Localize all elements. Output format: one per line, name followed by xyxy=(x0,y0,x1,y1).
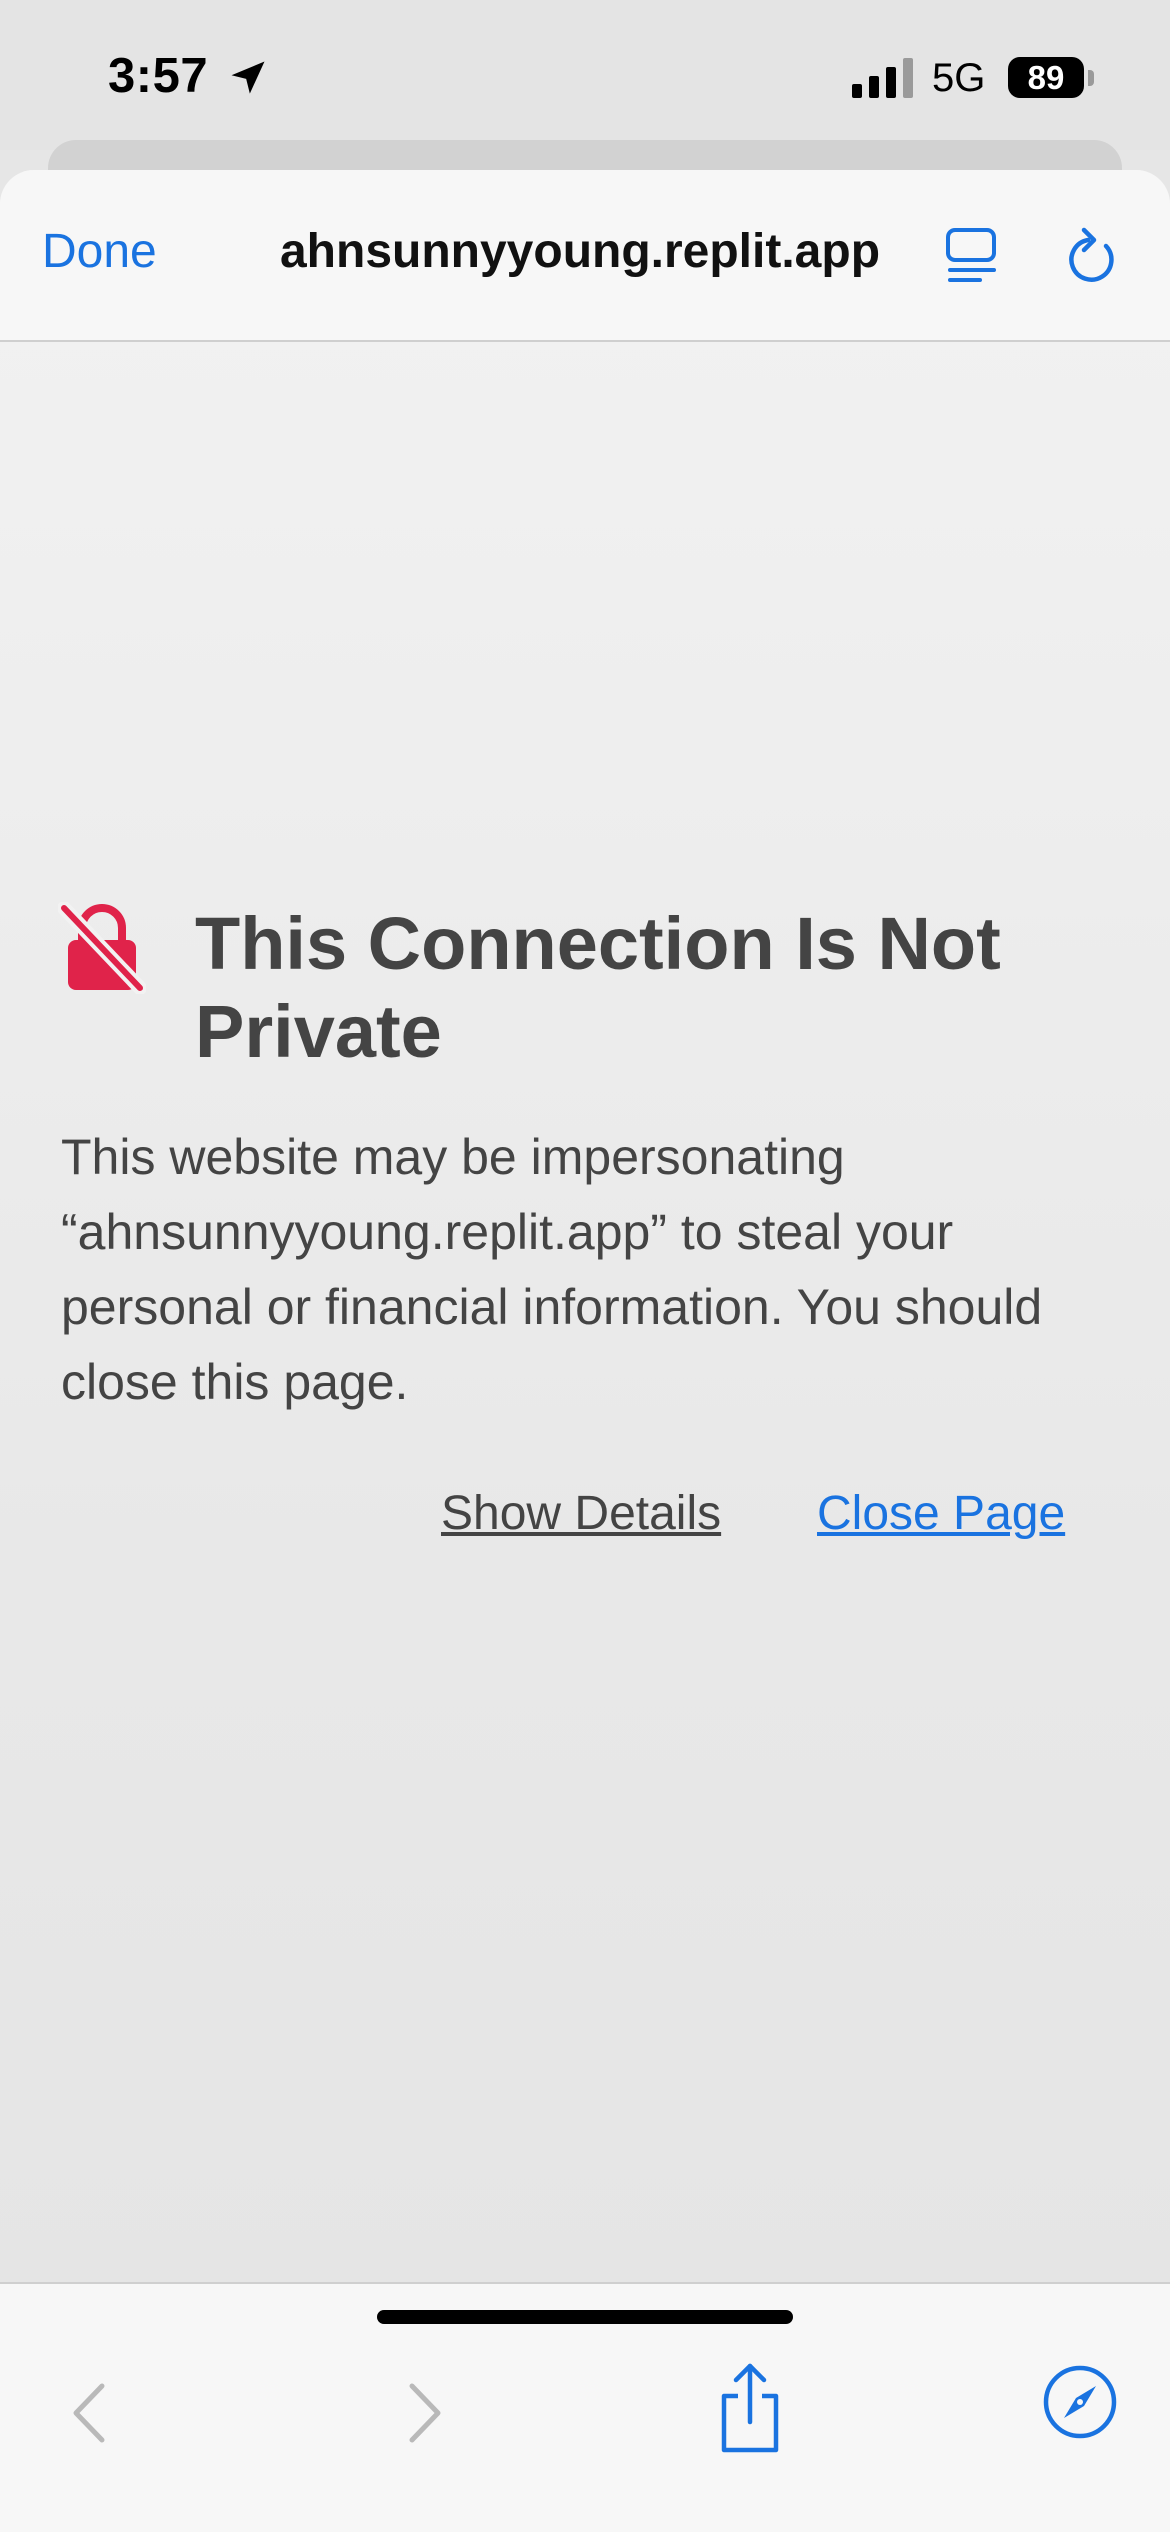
status-time: 3:57 xyxy=(108,49,209,103)
reload-icon[interactable] xyxy=(1062,224,1122,286)
browser-sheet: Done ahnsunnyyoung.replit.app This Conne… xyxy=(0,170,1170,2532)
battery-cap xyxy=(1088,70,1094,86)
navigation-bar: Done ahnsunnyyoung.replit.app xyxy=(0,170,1170,342)
battery-indicator: 89 xyxy=(1008,57,1084,98)
warning-title: This Connection Is Not Private xyxy=(195,902,1001,1073)
warning-message: This website may be impersonating “ahnsu… xyxy=(61,1129,1043,1410)
chevron-left-icon[interactable] xyxy=(60,2378,120,2448)
lock-slash-icon xyxy=(58,902,146,994)
home-indicator xyxy=(377,2310,793,2324)
compass-icon[interactable] xyxy=(1042,2364,1118,2440)
show-details-link[interactable]: Show Details xyxy=(441,1486,721,1541)
close-page-link[interactable]: Close Page xyxy=(817,1486,1065,1541)
location-arrow-icon xyxy=(231,61,265,94)
status-bar: 3:57 5G 89 xyxy=(0,0,1170,150)
chevron-right-icon[interactable] xyxy=(394,2378,454,2448)
signal-bars-icon xyxy=(852,58,913,98)
reader-mode-icon[interactable] xyxy=(944,226,1000,286)
done-button[interactable]: Done xyxy=(42,224,157,279)
share-icon[interactable] xyxy=(712,2360,788,2456)
url-title: ahnsunnyyoung.replit.app xyxy=(279,225,881,278)
network-type: 5G xyxy=(932,56,986,100)
